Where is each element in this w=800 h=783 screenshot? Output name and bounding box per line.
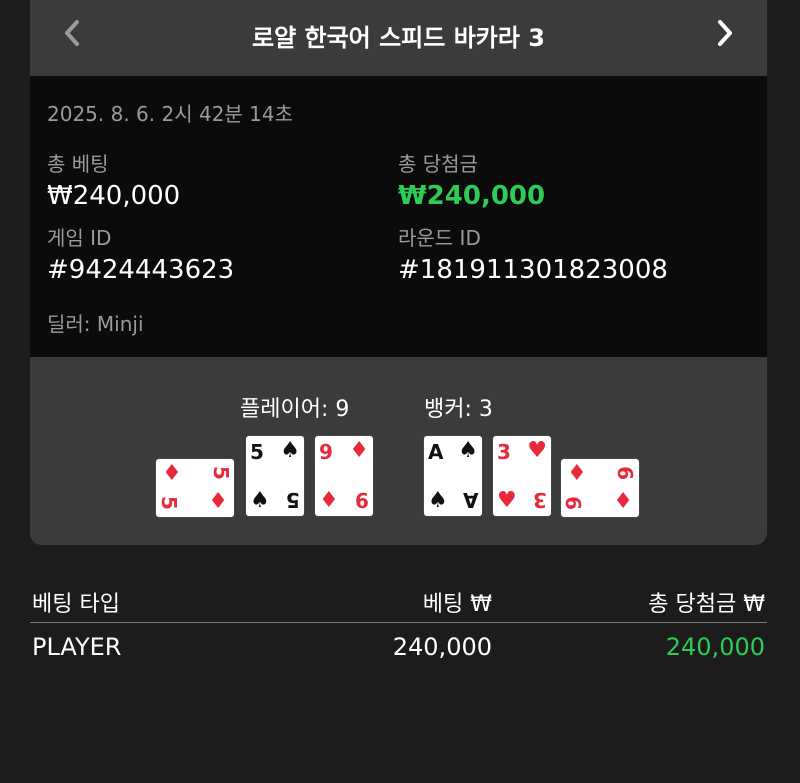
spade-icon: ♠	[458, 438, 478, 463]
total-bet-label: 총 베팅	[47, 152, 109, 176]
diamond-icon: ♦	[349, 438, 369, 463]
card-rank: 9	[614, 466, 639, 480]
card-rank: 3	[497, 440, 511, 464]
card-rank: A	[428, 440, 444, 464]
bet-amount-cell: 240,000	[392, 633, 492, 661]
card-rank: 9	[319, 440, 333, 464]
diamond-icon: ♦	[162, 461, 182, 486]
diamond-icon: ♦	[567, 461, 587, 486]
column-bet-amount: 베팅 ₩	[422, 592, 492, 617]
diamond-icon: ♦	[208, 489, 228, 514]
card-rank: A	[462, 488, 478, 512]
bets-table: 베팅 타입 베팅 ₩ 총 당첨금 ₩ PLAYER 240,000 240,00…	[30, 580, 767, 671]
round-info: 2025. 8. 6. 2시 42분 14초 총 베팅 ₩240,000 총 당…	[30, 76, 767, 357]
spade-icon: ♠	[250, 488, 270, 513]
heart-icon: ♥	[527, 438, 547, 463]
player-card-3: 9 ♦ ♦ 9	[315, 436, 373, 516]
previous-round-button[interactable]	[52, 10, 92, 56]
game-title: 로얄 한국어 스피드 바카라 3	[251, 23, 545, 52]
column-bet-type: 베팅 타입	[32, 592, 120, 617]
card-rank: 9	[355, 488, 369, 512]
banker-card-1: A ♠ ♠ A	[424, 436, 482, 516]
chevron-left-icon	[65, 20, 79, 46]
chevron-right-icon	[718, 20, 732, 46]
card-rank: 5	[209, 466, 234, 480]
round-date: 2025. 8. 6. 2시 42분 14초	[47, 102, 294, 126]
banker-card-2: 3 ♥ ♥ 3	[493, 436, 551, 516]
column-total-win: 총 당첨금 ₩	[648, 592, 765, 617]
card-rank: 3	[533, 488, 547, 512]
card-result-area: 플레이어: 9 뱅커: 3 5 ♦ ♦ 5 5 ♠ ♠ 5 9 ♦ ♦ 9 A …	[30, 357, 767, 545]
card-rank: 5	[156, 496, 181, 510]
spade-icon: ♠	[428, 488, 448, 513]
game-id-value: #9424443623	[47, 255, 235, 285]
total-win-value: ₩240,000	[398, 181, 546, 211]
round-id-value: #181911301823008	[398, 255, 668, 285]
player-card-2: 5 ♠ ♠ 5	[246, 436, 304, 516]
total-win-label: 총 당첨금	[398, 152, 478, 176]
table-row: PLAYER 240,000 240,000	[30, 623, 767, 671]
round-detail-panel: 로얄 한국어 스피드 바카라 3 2025. 8. 6. 2시 42분 14초 …	[30, 0, 767, 545]
bet-type-cell: PLAYER	[32, 633, 122, 661]
round-id-label: 라운드 ID	[398, 226, 481, 250]
table-header: 베팅 타입 베팅 ₩ 총 당첨금 ₩	[30, 580, 767, 623]
game-id-label: 게임 ID	[47, 226, 112, 250]
spade-icon: ♠	[280, 438, 300, 463]
dealer-name: 딜러: Minji	[47, 312, 144, 336]
card-rank: 9	[561, 496, 586, 510]
diamond-icon: ♦	[613, 489, 633, 514]
heart-icon: ♥	[497, 488, 517, 513]
card-rank: 5	[250, 440, 264, 464]
banker-score: 뱅커: 3	[424, 397, 493, 422]
player-card-1: 5 ♦ ♦ 5	[156, 459, 234, 517]
card-rank: 5	[286, 488, 300, 512]
total-bet-value: ₩240,000	[47, 181, 181, 211]
player-score: 플레이어: 9	[240, 397, 350, 422]
win-amount-cell: 240,000	[665, 633, 765, 661]
diamond-icon: ♦	[319, 488, 339, 513]
header-bar: 로얄 한국어 스피드 바카라 3	[30, 0, 767, 76]
banker-card-3: 9 ♦ ♦ 9	[561, 459, 639, 517]
next-round-button[interactable]	[705, 10, 745, 56]
